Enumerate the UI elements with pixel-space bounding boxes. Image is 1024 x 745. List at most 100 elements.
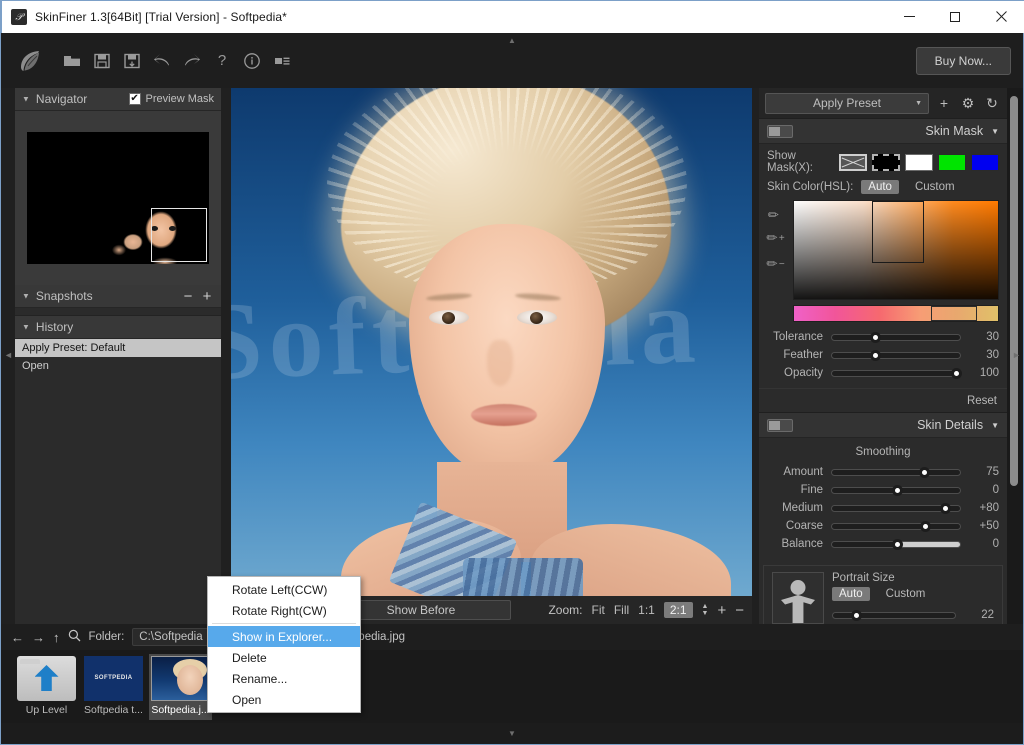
chevron-down-icon[interactable]: ▼ — [991, 421, 999, 430]
navigator-header[interactable]: ▲ Navigator ✔ Preview Mask — [15, 88, 221, 111]
context-menu-item-rotate-left[interactable]: Rotate Left(CCW) — [208, 579, 360, 600]
history-title: History — [35, 320, 74, 334]
snapshots-header[interactable]: ▲ Snapshots − + — [15, 285, 221, 308]
zoom-in-button[interactable]: + — [717, 602, 726, 619]
open-folder-icon[interactable] — [59, 48, 85, 74]
skin-details-toggle[interactable] — [767, 418, 793, 432]
save-icon[interactable] — [89, 48, 115, 74]
context-menu-item-show-in-explorer[interactable]: Show in Explorer... — [208, 626, 360, 647]
chevron-down-icon[interactable]: ▼ — [991, 127, 999, 136]
photo-lips — [471, 404, 537, 426]
mask-swatch-green[interactable] — [938, 153, 967, 171]
skin-mask-header[interactable]: Skin Mask ▼ — [759, 118, 1007, 144]
folder-path-text: C:\Softpedia — [139, 631, 203, 643]
zoom-1to1-option[interactable]: 1:1 — [638, 603, 655, 617]
hue-selection-rect[interactable] — [930, 306, 977, 321]
portrait-custom-button[interactable]: Custom — [879, 587, 933, 601]
mask-swatch-blue[interactable] — [971, 153, 1000, 171]
scrollbar-thumb[interactable] — [1010, 96, 1018, 486]
up-arrow-icon[interactable]: ↑ — [53, 630, 60, 645]
undo-icon[interactable] — [149, 48, 175, 74]
context-menu-item-delete[interactable]: Delete — [208, 647, 360, 668]
eyedropper-subtract-icon[interactable]: ✎ — [763, 254, 782, 273]
preview-mask-checkbox[interactable]: ✔ — [128, 93, 141, 105]
forward-arrow-icon[interactable]: → — [32, 630, 45, 645]
zoom-2to1-option[interactable]: 2:1 — [663, 602, 693, 618]
skin-color-auto-button[interactable]: Auto — [861, 180, 899, 194]
filmstrip-item-up-level[interactable]: Up Level — [15, 654, 78, 720]
zoom-fill-option[interactable]: Fill — [614, 603, 629, 617]
navigator-preview[interactable] — [15, 111, 221, 285]
remove-snapshot-button[interactable]: − — [181, 289, 195, 304]
help-icon[interactable]: ? — [209, 48, 235, 74]
buy-now-button[interactable]: Buy Now... — [915, 46, 1011, 75]
application-window: 𝒫 SkinFiner 1.3[64Bit] [Trial Version] -… — [0, 0, 1024, 745]
eyedropper-add-icon[interactable]: ✎ — [763, 228, 782, 247]
filmstrip-item-softpedia-jpg[interactable]: Softpedia.j... — [149, 653, 212, 720]
app-leaf-icon: 𝒫 — [11, 9, 27, 25]
search-icon[interactable] — [68, 629, 81, 645]
skin-details-header[interactable]: Skin Details ▼ — [759, 412, 1007, 438]
portrait-size-slider[interactable] — [832, 609, 956, 621]
opacity-slider[interactable] — [831, 367, 963, 379]
maximize-button[interactable] — [932, 1, 978, 33]
save-as-icon[interactable] — [119, 48, 145, 74]
medium-slider[interactable] — [831, 502, 961, 514]
refresh-icon[interactable]: ↻ — [983, 95, 1001, 112]
snapshots-list — [15, 308, 221, 316]
skin-color-custom-button[interactable]: Custom — [908, 180, 962, 194]
redo-icon[interactable] — [179, 48, 205, 74]
coarse-slider[interactable] — [831, 520, 961, 532]
history-item[interactable]: Apply Preset: Default — [15, 339, 221, 357]
left-panel-collapse-handle[interactable]: ◄ — [4, 350, 13, 360]
preset-toolbar: Apply Preset ▼ + ⚙ ↻ — [759, 88, 1007, 118]
zoom-fit-option[interactable]: Fit — [591, 603, 604, 617]
balance-slider[interactable] — [831, 538, 961, 550]
context-menu-item-open[interactable]: Open — [208, 689, 360, 710]
zoom-stepper[interactable]: ▲ ▼ — [702, 603, 709, 617]
history-item[interactable]: Open — [15, 357, 221, 375]
mask-swatch-white[interactable] — [905, 153, 934, 171]
add-preset-icon[interactable]: + — [935, 95, 953, 111]
info-icon[interactable] — [239, 48, 265, 74]
context-menu-item-rotate-right[interactable]: Rotate Right(CW) — [208, 600, 360, 621]
feather-slider[interactable] — [831, 349, 961, 361]
plugin-icon[interactable] — [269, 48, 295, 74]
skin-mask-toggle[interactable] — [767, 124, 793, 138]
mask-swatch-black[interactable] — [872, 153, 901, 171]
history-header[interactable]: ▲ History — [15, 316, 221, 339]
minimize-button[interactable] — [886, 1, 932, 33]
skin-mask-reset-row: Reset — [759, 388, 1007, 412]
context-menu-item-rename[interactable]: Rename... — [208, 668, 360, 689]
filmstrip-item-softpedia-txt[interactable]: SOFTPEDIA Softpedia t... — [82, 654, 145, 720]
add-snapshot-button[interactable]: + — [200, 289, 214, 304]
fine-slider[interactable] — [831, 484, 961, 496]
mask-swatch-none[interactable] — [839, 153, 868, 171]
navigator-viewport-rect[interactable] — [151, 208, 207, 262]
skin-color-row: Skin Color(HSL): Auto Custom — [767, 180, 999, 194]
photo-nose — [487, 340, 513, 386]
eyedropper-icon[interactable]: ✎ — [764, 199, 789, 224]
softpedia-logo-text: SOFTPEDIA — [94, 675, 133, 681]
color-picker-area: ✎ ✎ + ✎ − — [763, 199, 999, 322]
gear-icon[interactable]: ⚙ — [959, 95, 977, 112]
back-arrow-icon[interactable]: ← — [11, 630, 24, 645]
right-panel-collapse-handle[interactable]: ► — [1012, 350, 1021, 360]
bottom-collapse-bar[interactable]: ▼ — [1, 723, 1023, 744]
zoom-out-button[interactable]: − — [735, 602, 744, 619]
photo-thumbnail — [151, 655, 210, 701]
right-panel-scrollbar[interactable]: ► — [1007, 88, 1023, 624]
hue-strip[interactable] — [793, 305, 999, 322]
portrait-auto-button[interactable]: Auto — [832, 587, 870, 601]
amount-slider[interactable] — [831, 466, 961, 478]
close-button[interactable] — [978, 1, 1024, 33]
skin-color-gradient[interactable] — [793, 200, 999, 300]
reset-button[interactable]: Reset — [967, 395, 997, 407]
gradient-selection-rect[interactable] — [871, 201, 924, 263]
photo-eye-right — [517, 310, 557, 325]
photo-canvas[interactable]: Softpedia — [231, 88, 752, 596]
apply-preset-dropdown[interactable]: Apply Preset ▼ — [765, 92, 929, 114]
toolbar-collapse-arrow[interactable]: ▲ — [1, 34, 1023, 46]
tolerance-slider[interactable] — [831, 331, 961, 343]
portrait-size-panel: Portrait Size Auto Custom 22 — [763, 565, 1003, 631]
